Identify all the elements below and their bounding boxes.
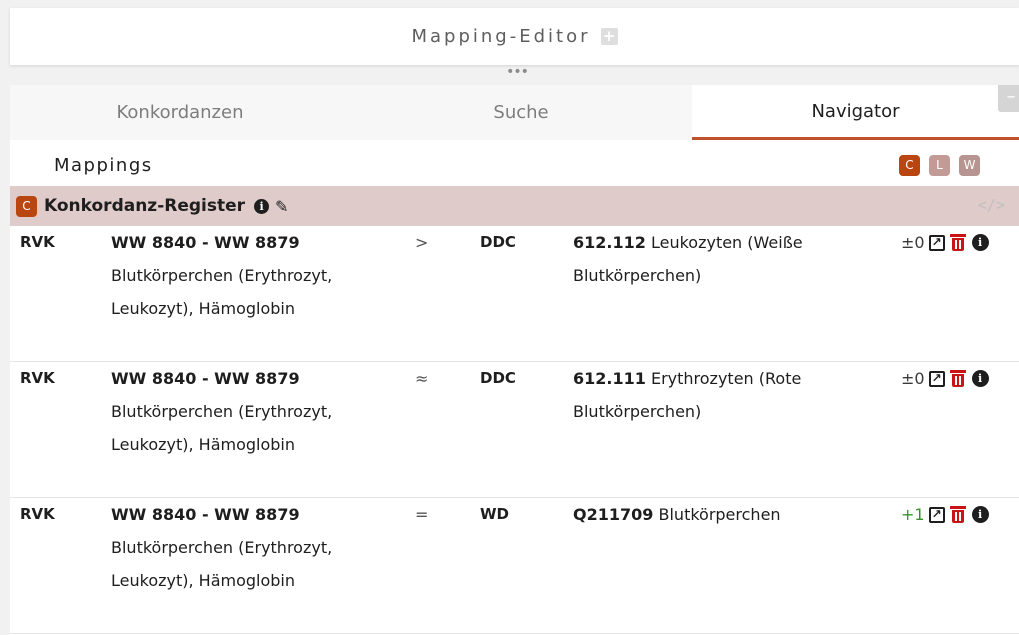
resize-handle[interactable]: ••• [505,65,529,80]
source-notation: WW 8840 - WW 8879 [111,505,300,524]
target-concept[interactable]: 612.111 Erythrozyten (Rote Blutkörperche… [573,362,863,428]
target-scheme: DDC [480,369,516,387]
source-concept[interactable]: WW 8840 - WW 8879 Blutkörperchen (Erythr… [111,362,341,461]
score: ±0 [901,233,925,252]
source-label: Blutkörperchen (Erythrozyt, Leukozyt), H… [111,402,333,454]
source-notation: WW 8840 - WW 8879 [111,233,300,252]
registry-badge-c[interactable]: C [899,155,920,176]
registry-selector: C L W [899,155,980,176]
table-row: RVK WW 8840 - WW 8879 Blutkörperchen (Er… [10,498,1019,634]
mapping-editor-title: Mapping-Editor [411,26,591,47]
source-scheme: RVK [20,369,55,387]
row-actions: +1 ↗ i [901,498,1011,531]
expand-plus-icon[interactable]: + [600,28,618,45]
source-label: Blutkörperchen (Erythrozyt, Leukozyt), H… [111,266,333,318]
tab-navigator[interactable]: Navigator [692,85,1019,140]
pencil-icon[interactable]: ✎ [275,197,288,216]
table-row: RVK WW 8840 - WW 8879 Blutkörperchen (Er… [10,362,1019,498]
table-row: RVK WW 8840 - WW 8879 Blutkörperchen (Er… [10,226,1019,362]
trash-icon[interactable] [949,234,966,251]
registry-bar-badge: C [16,195,37,217]
target-notation: 612.112 [573,233,646,252]
tab-konkordanzen[interactable]: Konkordanzen [10,85,350,140]
mappings-heading: Mappings [54,155,153,176]
target-label: Blutkörperchen [658,505,781,524]
mapping-editor-header: Mapping-Editor + [10,8,1019,65]
source-label: Blutkörperchen (Erythrozyt, Leukozyt), H… [111,538,333,590]
info-icon[interactable]: i [971,370,989,387]
target-notation: Q211709 [573,505,654,524]
mapping-relation: = [415,505,429,524]
target-notation: 612.111 [573,369,646,388]
edit-icon[interactable]: ↗ [928,234,945,251]
tab-suche[interactable]: Suche [350,85,692,140]
trash-icon[interactable] [949,506,966,523]
source-notation: WW 8840 - WW 8879 [111,369,300,388]
navigator-panel: Konkordanzen Suche Navigator – Mappings … [10,85,1019,635]
target-scheme: WD [480,505,509,523]
source-scheme: RVK [20,233,55,251]
minimize-icon[interactable]: – [998,85,1019,112]
info-icon[interactable]: i [971,234,989,251]
target-concept[interactable]: 612.112 Leukozyten (Weiße Blutkörperchen… [573,226,863,292]
row-actions: ±0 ↗ i [901,362,1011,395]
score: ±0 [901,369,925,388]
mapping-relation: ≈ [415,369,429,388]
score: +1 [901,505,925,524]
registry-info-icon[interactable]: i [254,198,270,214]
target-scheme: DDC [480,233,516,251]
trash-icon[interactable] [949,370,966,387]
source-scheme: RVK [20,505,55,523]
tab-bar: Konkordanzen Suche Navigator – [10,85,1019,140]
mapping-relation: > [415,233,429,252]
target-concept[interactable]: Q211709 Blutkörperchen [573,498,863,531]
info-icon[interactable]: i [971,506,989,523]
registry-badge-w[interactable]: W [959,155,980,176]
source-concept[interactable]: WW 8840 - WW 8879 Blutkörperchen (Erythr… [111,226,341,325]
registry-badge-l[interactable]: L [929,155,950,176]
registry-bar: C Konkordanz-Register i ✎ </> [10,186,1019,226]
source-concept[interactable]: WW 8840 - WW 8879 Blutkörperchen (Erythr… [111,498,341,597]
row-actions: ±0 ↗ i [901,226,1011,259]
edit-icon[interactable]: ↗ [928,370,945,387]
edit-icon[interactable]: ↗ [928,506,945,523]
code-icon[interactable]: </> [978,196,1005,214]
registry-name: Konkordanz-Register [44,196,246,216]
